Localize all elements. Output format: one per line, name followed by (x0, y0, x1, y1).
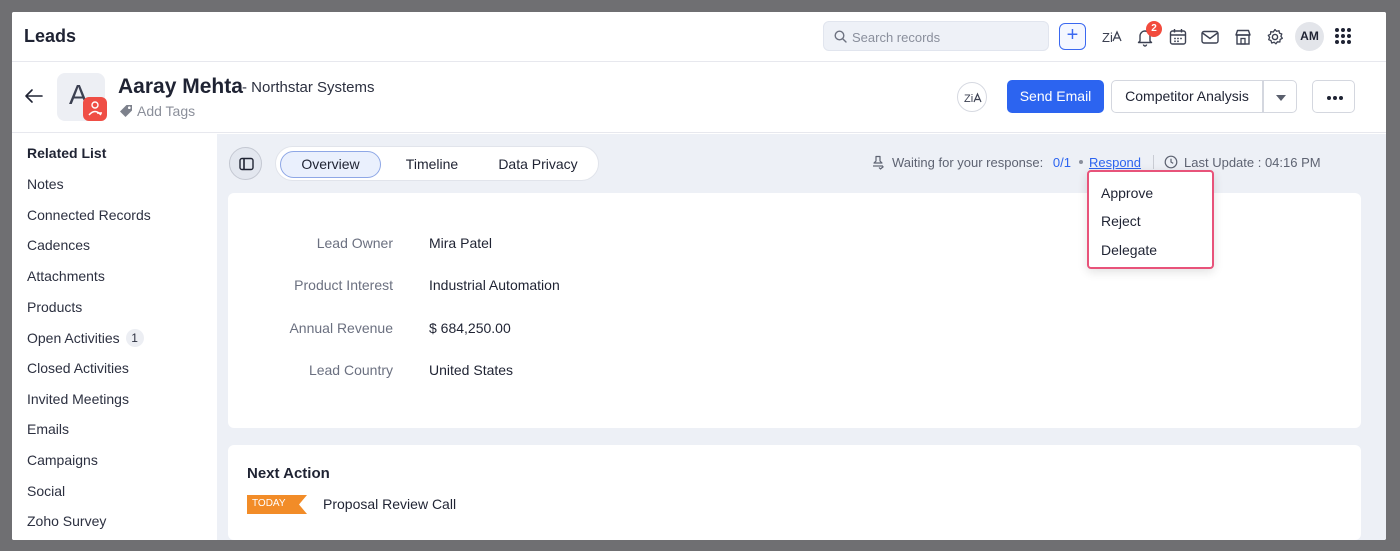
tag-icon (120, 105, 132, 117)
divider (1153, 155, 1155, 169)
sidebar-item-invited-meetings[interactable]: Invited Meetings (27, 391, 129, 407)
sidebar-item-label: Cadences (27, 237, 91, 253)
create-button[interactable]: + (1059, 23, 1086, 50)
sidebar-item-notes[interactable]: Notes (27, 176, 64, 192)
menu-item-approve[interactable]: Approve (1101, 185, 1153, 201)
sidebar-item-zoho-survey[interactable]: Zoho Survey (27, 513, 106, 529)
record-name: Aaray Mehta (118, 75, 243, 98)
record-header: A Aaray Mehta - Northstar Systems Add Ta… (12, 63, 1386, 133)
add-tags-label: Add Tags (137, 103, 196, 119)
zia-icon: Zi (964, 92, 982, 105)
gear-icon[interactable] (1264, 26, 1286, 48)
tab-timeline[interactable]: Timeline (391, 151, 473, 178)
sidebar-item-cadences[interactable]: Cadences (27, 237, 90, 253)
calendar-icon[interactable] (1167, 26, 1189, 48)
field-value-lead-owner[interactable]: Mira Patel (429, 235, 492, 251)
field-value-product-interest[interactable]: Industrial Automation (429, 277, 560, 293)
user-avatar[interactable]: AM (1295, 22, 1324, 51)
field-label-product-interest: Product Interest (294, 277, 393, 293)
sidebar-item-label: Invited Meetings (27, 391, 129, 407)
field-value-annual-revenue[interactable]: $ 684,250.00 (429, 320, 511, 336)
next-action-text[interactable]: Proposal Review Call (323, 496, 456, 512)
related-list-sidebar: Related List Notes Connected Records Cad… (12, 134, 217, 540)
sidebar-toggle-icon (239, 157, 254, 171)
toggle-sidebar-button[interactable] (229, 147, 262, 180)
sidebar-item-products[interactable]: Products (27, 299, 82, 315)
field-value-lead-country[interactable]: United States (429, 362, 513, 378)
clock-icon (1164, 155, 1178, 169)
approval-stamp-icon (873, 155, 884, 170)
more-actions-button[interactable] (1312, 80, 1355, 113)
sidebar-item-social[interactable]: Social (27, 483, 65, 499)
approval-status: Waiting for your response: 0/1 Respond Las… (870, 154, 1321, 170)
send-email-button[interactable]: Send Email (1007, 80, 1104, 113)
sidebar-item-emails[interactable]: Emails (27, 421, 69, 437)
sidebar-item-label: Emails (27, 421, 70, 437)
sidebar-item-label: Attachments (27, 268, 105, 284)
tab-overview[interactable]: Overview (280, 151, 381, 178)
sidebar-item-label: Open Activities (27, 330, 120, 346)
field-label-lead-country: Lead Country (308, 362, 393, 378)
tab-data-privacy[interactable]: Data Privacy (484, 151, 592, 178)
sidebar-item-label: Connected Records (27, 207, 151, 223)
today-tag-label: TODAY (252, 498, 286, 509)
sidebar-item-label: Closed Activities (27, 360, 129, 376)
sidebar-item-label: Zoho Survey (27, 513, 107, 529)
sidebar-item-connected-records[interactable]: Connected Records (27, 207, 151, 223)
field-label-annual-revenue: Annual Revenue (289, 320, 393, 336)
sidebar-item-open-activities[interactable]: Open Activities 1 (27, 329, 144, 347)
sidebar-item-label: Social (27, 483, 66, 499)
competitor-analysis-button[interactable]: Competitor Analysis (1111, 80, 1263, 113)
waiting-text: Waiting for your response: (892, 155, 1044, 170)
today-tag: TODAY (247, 495, 307, 514)
count-badge: 1 (125, 329, 144, 347)
sidebar-item-label: Products (27, 299, 83, 315)
record-tabs: Overview Timeline Data Privacy (275, 146, 599, 181)
search-box[interactable] (823, 21, 1049, 51)
add-tags-link[interactable]: Add Tags (118, 103, 195, 119)
field-label-lead-owner: Lead Owner (316, 235, 393, 251)
mail-icon[interactable] (1199, 26, 1221, 48)
approval-ratio: 0/1 (1052, 155, 1071, 170)
lead-approval-icon (83, 97, 107, 121)
more-dot-icon (1333, 96, 1337, 100)
menu-item-reject[interactable]: Reject (1101, 213, 1141, 229)
chevron-down-icon (1276, 95, 1286, 101)
related-list-heading: Related List (27, 145, 107, 161)
notification-badge: 2 (1146, 21, 1162, 37)
svg-text:Zi: Zi (964, 93, 973, 105)
more-dot-icon (1327, 96, 1331, 100)
bullet-separator (1078, 160, 1083, 164)
module-title: Leads (24, 26, 77, 46)
window-frame: Leads + Zi 2 AM A Aaray Mehta - Northsta… (0, 0, 1400, 551)
record-company: - Northstar Systems (242, 79, 375, 96)
top-bar: Leads + Zi 2 AM (12, 12, 1386, 62)
sidebar-item-campaigns[interactable]: Campaigns (27, 452, 98, 468)
search-icon (834, 30, 847, 43)
next-action-card: Next Action TODAY Proposal Review Call (228, 445, 1361, 540)
last-update: Last Update : 04:16 PM (1184, 155, 1321, 170)
respond-menu: Approve Reject Delegate (1087, 170, 1214, 269)
menu-item-delegate[interactable]: Delegate (1101, 242, 1157, 258)
sidebar-item-attachments[interactable]: Attachments (27, 268, 105, 284)
back-arrow-icon[interactable] (24, 88, 44, 104)
record-avatar: A (57, 73, 107, 121)
marketplace-icon[interactable] (1232, 26, 1254, 48)
apps-grid-icon[interactable] (1332, 25, 1354, 47)
svg-text:Zi: Zi (1102, 30, 1113, 45)
sidebar-item-label: Campaigns (27, 452, 98, 468)
sidebar-item-label: Notes (27, 176, 64, 192)
sidebar-item-closed-activities[interactable]: Closed Activities (27, 360, 129, 376)
respond-link[interactable]: Respond (1089, 155, 1141, 170)
zia-icon[interactable]: Zi (1101, 26, 1123, 48)
plus-icon: + (1066, 24, 1079, 46)
crm-app: Leads + Zi 2 AM A Aaray Mehta - Northsta… (12, 12, 1386, 540)
next-action-title: Next Action (247, 465, 330, 482)
zia-assist-button[interactable]: Zi (957, 82, 987, 112)
competitor-analysis-dropdown[interactable] (1263, 80, 1297, 113)
more-dot-icon (1339, 96, 1343, 100)
search-input[interactable] (852, 28, 1042, 46)
